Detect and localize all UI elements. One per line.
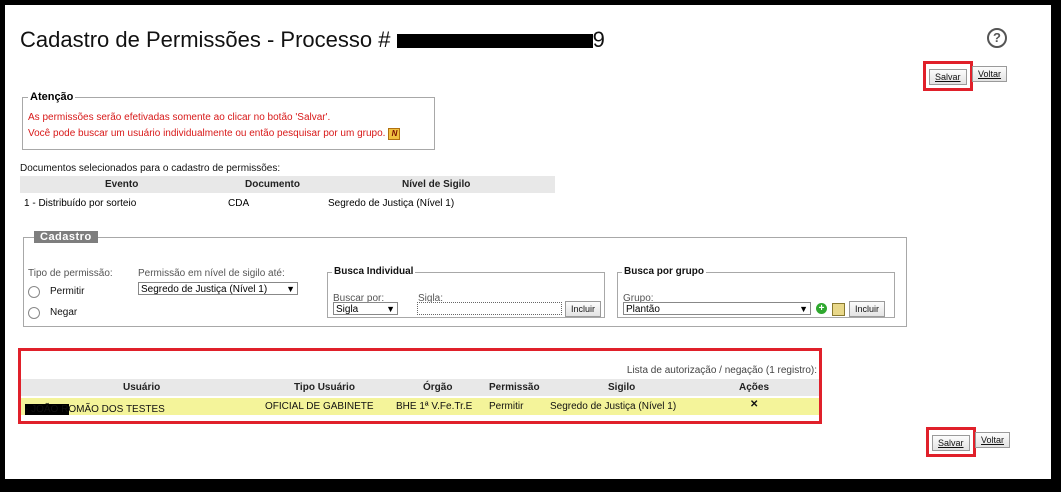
cell-evento: 1 - Distribuído por sorteio [24,198,137,209]
back-button-top[interactable]: Voltar [972,66,1008,82]
back-button-bottom[interactable]: Voltar [975,432,1011,448]
col-nivel-sigilo: Nível de Sigilo [402,179,471,190]
nivel-sigilo-value: Segredo de Justiça (Nível 1) [141,284,268,295]
grupo-value: Plantão [626,304,660,315]
save-button-top[interactable]: Salvar [929,69,967,85]
busca-individual-fieldset: Busca Individual Buscar por: Sigla ▼ Sig… [327,266,605,318]
attention-legend: Atenção [28,91,76,103]
results-table-header: Usuário Tipo Usuário Órgão Permissão Sig… [21,379,819,396]
delete-icon[interactable]: ✕ [750,399,758,410]
attention-box: Atenção As permissões serão efetivadas s… [22,91,435,150]
col-orgao: Órgão [423,382,453,393]
save-button-bottom[interactable]: Salvar [932,435,970,451]
cadastro-legend: Cadastro [34,231,98,243]
attention-line-1: As permissões serão efetivadas somente a… [28,112,331,123]
page-title-suffix: 9 [592,27,605,52]
add-icon[interactable]: + [816,303,827,314]
col-sigilo: Sigilo [608,382,636,393]
buscar-por-value: Sigla [336,304,359,315]
sigla-input[interactable] [417,302,562,315]
radio-negar-label[interactable]: Negar [50,307,77,318]
cell-documento: CDA [228,198,250,209]
cell-nivel-sigilo: Segredo de Justiça (Nível 1) [328,198,455,209]
page-title: Cadastro de Permissões - Processo # 9 [20,27,605,53]
incluir-grupo-button[interactable]: Incluir [849,301,886,317]
tipo-permissao-label: Tipo de permissão: [28,268,113,279]
usuario-name: - JOÃO ROMÃO DOS TESTES [25,404,165,415]
col-permissao: Permissão [489,382,540,393]
cell-sigilo: Segredo de Justiça (Nível 1) [550,401,677,412]
documents-caption: Documentos selecionados para o cadastro … [20,163,281,174]
incluir-individual-button[interactable]: Incluir [565,301,602,317]
col-tipo-usuario: Tipo Usuário [294,382,355,393]
page-title-text: Cadastro de Permissões - Processo # [20,27,391,52]
radio-negar[interactable] [28,307,40,319]
cell-tipo-usuario: OFICIAL DE GABINETE [265,401,374,412]
cell-orgao: BHE 1ª V.Fe.Tr.E [396,401,473,412]
busca-grupo-fieldset: Busca por grupo Grupo: Plantão ▼ + Inclu… [617,266,895,318]
edit-icon[interactable] [832,303,845,316]
busca-individual-legend: Busca Individual [332,266,416,277]
chevron-down-icon: ▼ [286,284,295,294]
documents-table-header: Evento Documento Nível de Sigilo [20,176,555,193]
grupo-select[interactable]: Plantão ▼ [623,302,811,315]
busca-grupo-legend: Busca por grupo [622,266,707,277]
chevron-down-icon: ▼ [799,304,808,314]
col-documento: Documento [245,179,300,190]
save-button-highlight: Salvar [923,61,973,91]
redacted-process-number [396,34,593,49]
table-row: 4013 - JOÃO ROMÃO DOS TESTES OFICIAL DE … [21,398,819,415]
save-button-bottom-highlight: Salvar [926,427,976,457]
buscar-por-select[interactable]: Sigla ▼ [333,302,398,315]
help-icon[interactable]: ? [987,28,1007,48]
cadastro-fieldset: Cadastro Tipo de permissão: Permitir Neg… [23,231,907,327]
attention-line-2-text: Você pode buscar um usuário individualme… [28,128,386,139]
attention-line-2: Você pode buscar um usuário individualme… [28,128,401,140]
results-panel: Lista de autorização / negação (1 regist… [18,348,822,424]
results-caption: Lista de autorização / negação (1 regist… [626,365,817,376]
nivel-sigilo-select[interactable]: Segredo de Justiça (Nível 1) ▼ [138,282,298,295]
col-acoes: Ações [739,382,770,393]
col-usuario: Usuário [123,382,161,393]
nivel-sigilo-label: Permissão em nível de sigilo até: [138,268,285,279]
col-evento: Evento [105,179,139,190]
table-row: 1 - Distribuído por sorteio CDA Segredo … [20,195,555,213]
cell-permissao: Permitir [489,401,524,412]
page: Cadastro de Permissões - Processo # 9 ? … [5,5,1051,479]
chevron-down-icon: ▼ [386,304,395,314]
radio-permitir-label[interactable]: Permitir [50,286,84,297]
new-badge-icon: N [388,128,401,140]
radio-permitir[interactable] [28,286,40,298]
